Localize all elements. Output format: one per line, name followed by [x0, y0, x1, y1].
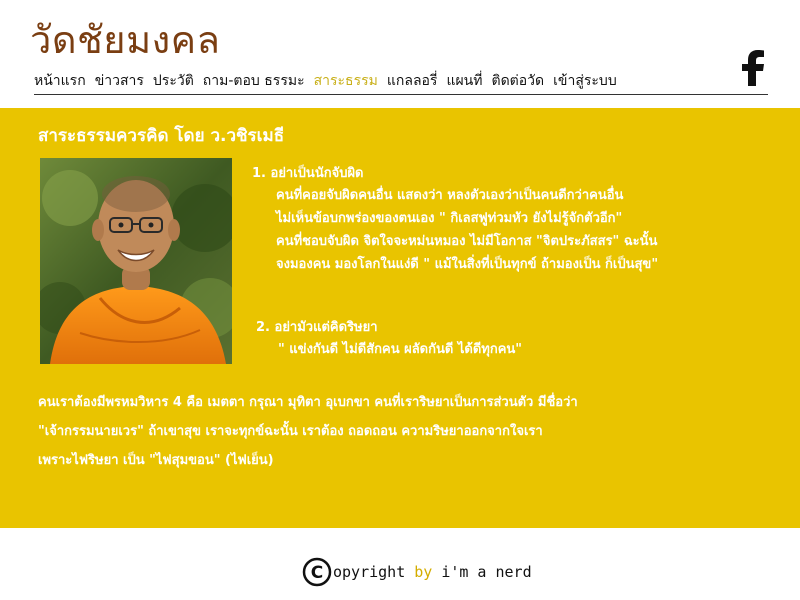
copyright-word: opyright — [333, 563, 406, 581]
copyright-author: i'm a nerd — [441, 563, 532, 581]
facebook-glyph — [742, 50, 764, 86]
point-1-line: คนที่ชอบจับผิด จิตใจจะหม่นหมอง ไม่มีโอกา… — [276, 234, 658, 249]
conclusion-line: "เจ้ากรรมนายเวร" ถ้าเขาสุข เราจะทุกข์ฉะน… — [38, 424, 543, 439]
conclusion: คนเราต้องมีพรหมวิหาร 4 คือ เมตตา กรุณา ม… — [38, 388, 778, 475]
copyright-by: by — [414, 563, 433, 581]
nav-item-dharma-essence[interactable]: สาระธรรม — [314, 71, 378, 91]
point-2-line: " แข่งกันดี ไม่ดีสักคน ผลัดกันดี ได้ดีทุ… — [278, 342, 523, 357]
point-1-line: ไม่เห็นข้อบกพร่องของตนเอง " กิเลสฟูท่วมห… — [276, 211, 623, 226]
article-title: สาระธรรมควรคิด โดย ว.วชิรเมธี — [38, 126, 285, 146]
point-2-title: 2. อย่ามัวแต่คิดริษยา — [256, 320, 378, 335]
site-title[interactable]: วัดชัยมงคล — [30, 14, 220, 66]
copyright-notice: C opyright by i'm a nerd — [302, 556, 532, 588]
conclusion-line: คนเราต้องมีพรหมวิหาร 4 คือ เมตตา กรุณา ม… — [38, 395, 578, 410]
copyright-letter: C — [311, 563, 323, 583]
facebook-icon[interactable] — [738, 46, 770, 86]
nav-item-news[interactable]: ข่าวสาร — [95, 71, 144, 91]
conclusion-line: เพราะไฟริษยา เป็น "ไฟสุมขอน" (ไฟเย็น) — [38, 453, 274, 468]
nav-item-map[interactable]: แผนที่ — [446, 71, 482, 91]
point-2: 2. อย่ามัวแต่คิดริษยา " แข่งกันดี ไม่ดีส… — [256, 318, 776, 361]
site-header: วัดชัยมงคล หน้าแรก ข่าวสาร ประวัติ ถาม-ต… — [0, 0, 800, 108]
nav-item-contact[interactable]: ติดต่อวัด — [491, 71, 544, 91]
nav-divider — [34, 94, 768, 95]
point-1-line: คนที่คอยจับผิดคนอื่น แสดงว่า หลงตัวเองว่… — [276, 188, 624, 203]
copyright-icon: C — [302, 557, 332, 587]
nav-item-dharma-qa[interactable]: ถาม-ตอบ ธรรมะ — [203, 71, 305, 91]
nav-item-login[interactable]: เข้าสู่ระบบ — [553, 71, 617, 91]
monk-photo — [40, 158, 232, 364]
content-area: สาระธรรมควรคิด โดย ว.วชิรเมธี 1. อย่าเป็… — [0, 108, 800, 528]
monk-illustration — [40, 158, 232, 364]
nav-item-home[interactable]: หน้าแรก — [34, 71, 86, 91]
nav-item-history[interactable]: ประวัติ — [153, 71, 194, 91]
point-1-line: จงมองคน มองโลกในแง่ดี " แม้ในสิ่งที่เป็น… — [276, 257, 659, 272]
point-1-title: 1. อย่าเป็นนักจับผิด — [252, 166, 364, 181]
nav-item-gallery[interactable]: แกลลอรี่ — [387, 71, 438, 91]
site-footer: C opyright by i'm a nerd — [0, 528, 800, 600]
main-nav: หน้าแรก ข่าวสาร ประวัติ ถาม-ตอบ ธรรมะ สา… — [34, 70, 626, 92]
point-1: 1. อย่าเป็นนักจับผิด คนที่คอยจับผิดคนอื่… — [252, 164, 792, 276]
